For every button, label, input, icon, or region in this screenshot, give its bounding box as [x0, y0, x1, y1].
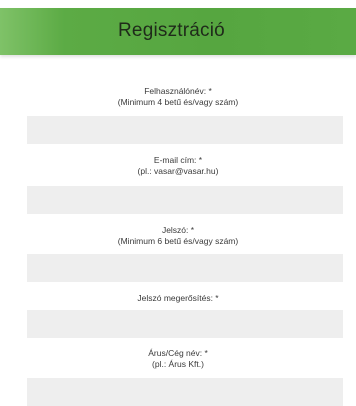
password-hint: (Minimum 6 betű és/vagy szám)	[117, 236, 239, 246]
password-confirm-input[interactable]	[27, 310, 343, 338]
registration-header: Regisztráció	[0, 8, 356, 55]
password-confirm-label: Jelszó megerősítés: *	[0, 293, 356, 304]
username-input[interactable]	[27, 116, 343, 144]
password-label-text: Jelszó: *	[161, 225, 195, 235]
email-label-text: E-mail cím: *	[153, 155, 203, 165]
password-confirm-label-text: Jelszó megerősítés: *	[137, 293, 219, 303]
email-hint: (pl.: vasar@vasar.hu)	[137, 166, 219, 176]
company-name-hint: (pl.: Árus Kft.)	[152, 359, 204, 369]
page-title: Regisztráció	[118, 20, 225, 41]
password-label: Jelszó: * (Minimum 6 betű és/vagy szám)	[0, 225, 356, 247]
email-label: E-mail cím: * (pl.: vasar@vasar.hu)	[0, 155, 356, 177]
company-name-label-text: Árus/Cég név: *	[148, 348, 208, 358]
username-label: Felhasználónév: * (Minimum 4 betű és/vag…	[0, 86, 356, 108]
username-hint: (Minimum 4 betű és/vagy szám)	[117, 97, 239, 107]
email-input[interactable]	[27, 186, 343, 214]
company-name-input[interactable]	[27, 378, 343, 406]
password-input[interactable]	[27, 254, 343, 282]
username-label-text: Felhasználónév: *	[144, 86, 212, 96]
company-name-label: Árus/Cég név: * (pl.: Árus Kft.)	[0, 348, 356, 370]
